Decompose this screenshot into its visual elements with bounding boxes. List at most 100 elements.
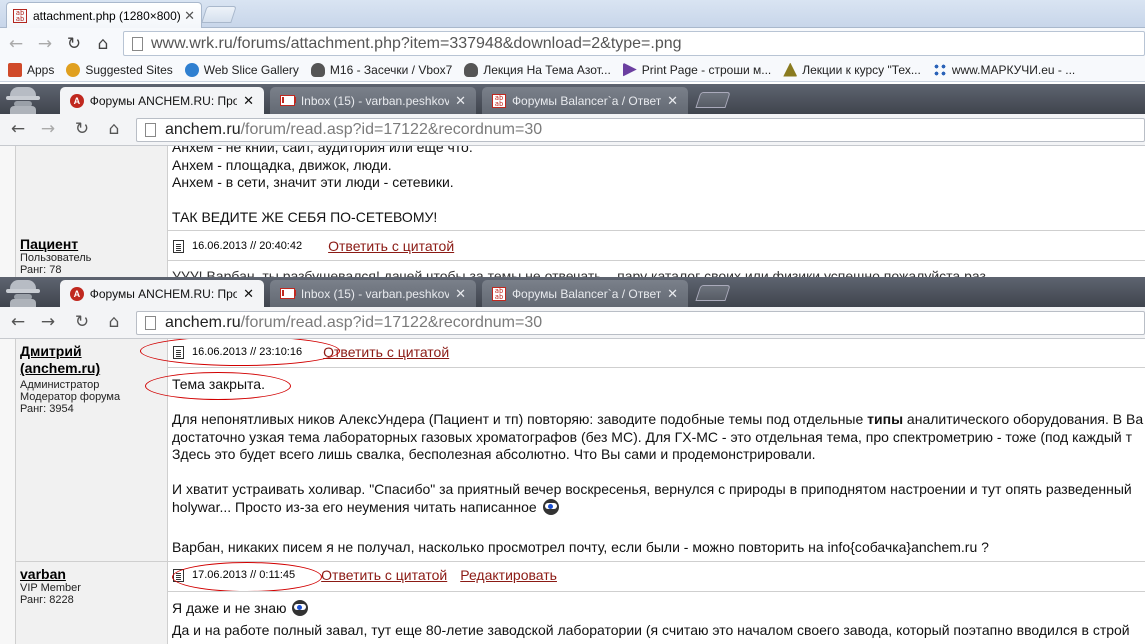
forward-arrow-icon[interactable]: → xyxy=(35,34,55,54)
back-arrow-icon[interactable]: ← xyxy=(8,119,28,139)
document-icon xyxy=(173,239,184,253)
forum-favicon-icon: ab ab xyxy=(13,8,27,23)
post-line: Варбан, никаких писем я не получал, наск… xyxy=(172,539,989,555)
outer-url-text: www.wrk.ru/forums/attachment.php?item=33… xyxy=(151,34,682,52)
tab-anchem[interactable]: A Форумы ANCHEM.RU: Проц ✕ xyxy=(60,87,264,114)
url-host: anchem.ru xyxy=(165,314,241,331)
post-line: Да и на работе полный завал, тут еще 80-… xyxy=(172,622,1130,638)
user-rank: Ранг: 8228 xyxy=(20,594,74,606)
author-varban: varban VIP Member Ранг: 8228 xyxy=(20,566,81,606)
reload-icon[interactable]: ↻ xyxy=(72,119,92,139)
url-path: /forum/read.asp?id=17122&recordnum=30 xyxy=(240,314,543,331)
annotation-ellipse-closed xyxy=(145,372,291,400)
user-role: Модератор форума xyxy=(20,391,121,403)
close-icon[interactable]: ✕ xyxy=(455,286,466,302)
divider xyxy=(168,367,1145,368)
divider xyxy=(15,561,1145,562)
post-line: достаточно узкая тема лабораторных газов… xyxy=(172,428,1133,445)
reload-icon[interactable]: ↻ xyxy=(64,34,84,54)
left-gutter xyxy=(0,339,15,644)
forward-arrow-icon[interactable]: → xyxy=(38,312,58,332)
bookmark-label: Лекции к курсу "Тех... xyxy=(802,62,921,77)
close-icon[interactable]: ✕ xyxy=(184,8,195,24)
close-icon[interactable]: ✕ xyxy=(243,286,254,302)
tab-anchem[interactable]: A Форумы ANCHEM.RU: Проц ✕ xyxy=(60,280,264,307)
divider xyxy=(168,260,1145,261)
close-icon[interactable]: ✕ xyxy=(455,93,466,109)
forward-arrow-icon[interactable]: → xyxy=(38,119,58,139)
incognito-icon xyxy=(6,86,40,114)
home-icon[interactable]: ⌂ xyxy=(104,312,124,332)
user-role: Пользователь xyxy=(20,252,92,264)
bookmark-print-page[interactable]: Print Page - строши м... xyxy=(622,62,772,77)
balancer-icon: ab ab xyxy=(492,286,506,301)
tab-balancer[interactable]: ab ab Форумы Balancer`a / Ответ ✕ xyxy=(482,280,688,307)
bookmark-label: Web Slice Gallery xyxy=(203,62,299,77)
address-bar[interactable]: anchem.ru /forum/read.asp?id=17122&recor… xyxy=(136,311,1145,335)
bookmark-m16[interactable]: M16 - Засечки / Vbox7 xyxy=(310,62,453,77)
smiley-icon xyxy=(542,498,559,515)
bookmark-lecture[interactable]: Лекция На Тема Азот... xyxy=(464,62,611,77)
bookmark-suggested-sites[interactable]: Suggested Sites xyxy=(66,62,173,77)
bookmark-label: Лекция На Тема Азот... xyxy=(483,62,611,77)
username-link[interactable]: (anchem.ru) xyxy=(20,360,165,377)
bookmark-markuchi[interactable]: www.МАРКУЧИ.eu - ... xyxy=(932,62,1075,77)
tab-title: Форумы ANCHEM.RU: Проц xyxy=(89,93,238,108)
bookmark-label: Suggested Sites xyxy=(85,62,173,77)
post-paragraph: Для непонятливых ников АлексУндера (Паци… xyxy=(172,411,1143,464)
reload-icon[interactable]: ↻ xyxy=(72,312,92,332)
anchem-icon: A xyxy=(70,286,84,301)
outer-address-bar[interactable]: www.wrk.ru/forums/attachment.php?item=33… xyxy=(123,31,1145,56)
new-tab-button[interactable] xyxy=(201,6,237,23)
tab-balancer[interactable]: ab ab Форумы Balancer`a / Ответ ✕ xyxy=(482,87,688,114)
reply-quote-link[interactable]: Ответить с цитатой xyxy=(321,567,447,583)
bookmark-lectures-course[interactable]: Лекции к курсу "Тех... xyxy=(783,62,921,77)
bookmark-apps[interactable]: Apps xyxy=(8,62,54,77)
new-tab-button[interactable] xyxy=(695,285,731,301)
outer-tabstrip: ab ab attachment.php (1280×800) ✕ xyxy=(0,0,1145,28)
reply-quote-link[interactable]: Ответить с цитатой xyxy=(323,344,449,360)
back-arrow-icon[interactable]: ← xyxy=(6,34,26,54)
username-link[interactable]: varban xyxy=(20,566,81,582)
tab-title: Форумы Balancer`a / Ответ xyxy=(511,286,662,301)
new-tab-button[interactable] xyxy=(695,92,731,108)
reply-quote-link[interactable]: Ответить с цитатой xyxy=(328,238,454,254)
outer-tab-attachment[interactable]: ab ab attachment.php (1280×800) ✕ xyxy=(6,2,202,28)
inner-tabstrip-top: A Форумы ANCHEM.RU: Проц ✕ Inbox (15) - … xyxy=(0,84,1145,114)
back-arrow-icon[interactable]: ← xyxy=(8,312,28,332)
tab-gmail[interactable]: Inbox (15) - varban.peshkov ✕ xyxy=(270,87,476,114)
post-meta: 16.06.2013 // 20:40:42 Ответить с цитато… xyxy=(173,238,454,254)
post-line: holywar... Просто из-за его неумения чит… xyxy=(172,498,1132,517)
tab-gmail[interactable]: Inbox (15) - varban.peshkov ✕ xyxy=(270,280,476,307)
post-line: Здесь это будет всего лишь свалка, беспо… xyxy=(172,446,816,462)
anchem-icon: A xyxy=(70,93,84,108)
bookmark-label: Print Page - строши м... xyxy=(641,62,772,77)
page-icon xyxy=(145,316,156,330)
home-icon[interactable]: ⌂ xyxy=(93,34,113,54)
author-pacient: Пациент Пользователь Ранг: 78 xyxy=(20,236,91,276)
address-bar[interactable]: anchem.ru /forum/read.asp?id=17122&recor… xyxy=(136,118,1145,142)
post-date: 16.06.2013 // 20:40:42 xyxy=(192,240,303,252)
edit-link[interactable]: Редактировать xyxy=(460,567,557,583)
username-link[interactable]: Пациент xyxy=(20,236,91,252)
close-icon[interactable]: ✕ xyxy=(667,286,678,302)
post-paragraph: И хватит устраивать холивар. "Спасибо" з… xyxy=(172,481,1132,516)
annotation-ellipse-date xyxy=(172,562,322,592)
tab-title: Inbox (15) - varban.peshkov xyxy=(300,286,450,301)
post-line: ТАК ВЕДИТЕ ЖЕ СЕБЯ ПО-СЕТЕВОМУ! xyxy=(172,209,438,225)
close-icon[interactable]: ✕ xyxy=(667,93,678,109)
bookmark-label: M16 - Засечки / Vbox7 xyxy=(329,62,453,77)
forum-top-view: Анхем - не книи, сайт, аудитория или еще… xyxy=(0,146,1145,278)
user-role: VIP Member xyxy=(20,582,81,594)
left-gutter xyxy=(0,146,15,278)
balancer-icon: ab ab xyxy=(492,93,506,108)
close-icon[interactable]: ✕ xyxy=(243,93,254,109)
divider xyxy=(168,591,1145,592)
user-rank: Ранг: 78 xyxy=(20,264,62,276)
bookmark-web-slice[interactable]: Web Slice Gallery xyxy=(184,62,299,77)
annotation-ellipse-date xyxy=(140,339,340,366)
home-icon[interactable]: ⌂ xyxy=(104,119,124,139)
user-role: Администратор xyxy=(20,379,100,391)
gmail-icon xyxy=(280,95,295,106)
